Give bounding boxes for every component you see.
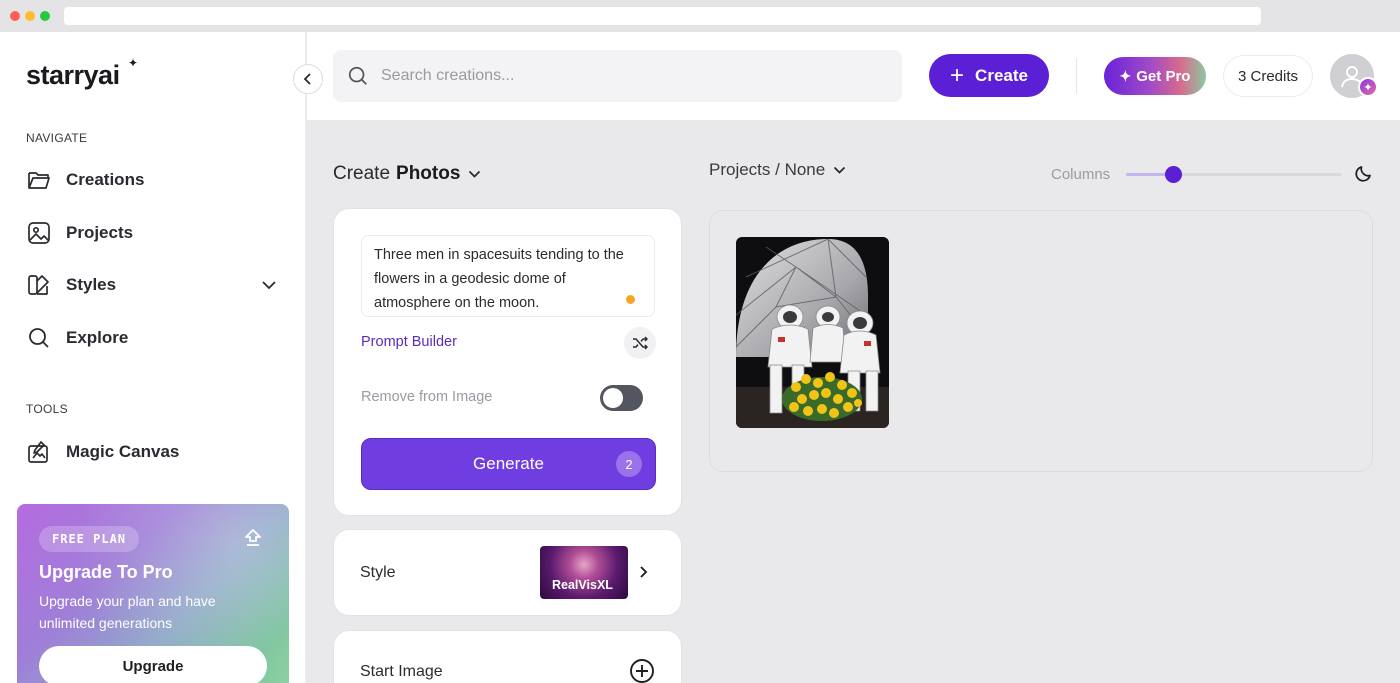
- projects-breadcrumb[interactable]: Projects / None: [709, 160, 846, 180]
- style-label: Style: [360, 564, 396, 581]
- search-bar[interactable]: [333, 50, 902, 102]
- sidebar-item-label: Explore: [66, 328, 129, 347]
- breadcrumb-label: Projects / None: [709, 160, 826, 179]
- dark-mode-toggle-icon[interactable]: [1355, 164, 1373, 187]
- upgrade-arrow-icon: [243, 528, 263, 553]
- columns-slider-handle[interactable]: [1165, 166, 1183, 183]
- search-icon: [25, 324, 53, 352]
- generate-label: Generate: [473, 454, 544, 473]
- generate-count-badge: 2: [616, 451, 642, 477]
- upgrade-button[interactable]: Upgrade: [39, 646, 267, 683]
- get-pro-button[interactable]: ✦ Get Pro: [1104, 57, 1206, 95]
- prompt-card: Three men in spacesuits tending to the f…: [333, 208, 682, 516]
- columns-slider-track[interactable]: [1126, 173, 1342, 176]
- status-dot: [626, 295, 635, 304]
- sidebar-item-styles[interactable]: Styles: [25, 265, 285, 305]
- sidebar-item-projects[interactable]: Projects: [25, 213, 285, 253]
- start-image-label: Start Image: [360, 663, 443, 680]
- tools-section-label: TOOLS: [26, 402, 68, 416]
- chevron-right-icon[interactable]: [639, 565, 648, 584]
- sidebar-item-label: Creations: [66, 170, 145, 189]
- start-image-card[interactable]: Start Image: [333, 630, 682, 683]
- sidebar-item-explore[interactable]: Explore: [25, 318, 285, 358]
- sidebar-item-creations[interactable]: Creations: [25, 160, 285, 200]
- brand-logo[interactable]: starryai: [26, 60, 120, 91]
- style-name: RealVisXL: [552, 578, 613, 592]
- prompt-textarea[interactable]: Three men in spacesuits tending to the f…: [361, 235, 655, 317]
- sidebar: starryai ✦ NAVIGATE Creations Projects S…: [0, 32, 306, 683]
- credits-badge[interactable]: 3 Credits: [1223, 55, 1313, 97]
- browser-chrome: [0, 0, 1400, 32]
- promo-description: Upgrade your plan and have unlimited gen…: [39, 593, 216, 631]
- columns-label: Columns: [1051, 166, 1111, 183]
- sidebar-item-label: Styles: [66, 275, 117, 294]
- sidebar-item-label: Projects: [66, 223, 134, 242]
- generated-image-thumbnail[interactable]: [736, 237, 889, 428]
- sparkle-icon: ✦: [1119, 67, 1132, 84]
- create-mode-selector[interactable]: Create Photos: [333, 163, 481, 185]
- style-thumbnail[interactable]: RealVisXL: [540, 546, 628, 599]
- folder-icon: [25, 166, 53, 194]
- logo-star-icon: ✦: [128, 56, 139, 70]
- image-frame-icon: [25, 219, 53, 247]
- promo-title: Upgrade To Pro: [39, 562, 173, 582]
- window-zoom-dot[interactable]: [40, 11, 50, 21]
- chevron-down-icon: [468, 170, 481, 178]
- search-input[interactable]: [381, 67, 861, 85]
- palette-icon: [25, 271, 53, 299]
- style-card[interactable]: Style RealVisXL: [333, 529, 682, 616]
- toggle-knob: [603, 388, 623, 408]
- navigate-section-label: NAVIGATE: [26, 131, 88, 145]
- create-title-mode: Photos: [396, 163, 461, 184]
- create-button[interactable]: + Create: [929, 54, 1049, 97]
- header-divider: [1076, 58, 1077, 94]
- prompt-builder-link[interactable]: Prompt Builder: [361, 334, 457, 350]
- create-title-prefix: Create: [333, 163, 391, 184]
- window-close-dot[interactable]: [10, 11, 20, 21]
- sidebar-item-magic-canvas[interactable]: Magic Canvas: [25, 432, 285, 472]
- chevron-left-icon: [303, 73, 311, 85]
- chevron-down-icon[interactable]: [261, 277, 277, 295]
- shuffle-button[interactable]: [624, 327, 656, 359]
- upgrade-promo-card: FREE PLAN Upgrade To Pro Upgrade your pl…: [17, 504, 289, 683]
- sidebar-item-label: Magic Canvas: [66, 442, 180, 461]
- canvas-icon: [25, 438, 53, 466]
- address-bar[interactable]: [64, 7, 1261, 25]
- collapse-sidebar-button[interactable]: [293, 64, 323, 94]
- gallery-panel: [709, 210, 1373, 472]
- avatar-sparkle-icon: ✦: [1358, 77, 1378, 97]
- search-icon: [347, 65, 369, 87]
- window-minimize-dot[interactable]: [25, 11, 35, 21]
- chevron-down-icon: [833, 166, 846, 174]
- get-pro-label: Get Pro: [1136, 67, 1191, 85]
- create-button-label: Create: [975, 65, 1028, 85]
- plan-badge: FREE PLAN: [39, 526, 140, 552]
- remove-from-image-toggle[interactable]: [600, 385, 643, 411]
- remove-from-image-label: Remove from Image: [361, 389, 493, 405]
- shuffle-icon: [633, 336, 648, 350]
- generate-button[interactable]: Generate 2: [361, 438, 656, 490]
- plus-icon: +: [950, 61, 965, 89]
- add-circle-icon[interactable]: [629, 658, 655, 683]
